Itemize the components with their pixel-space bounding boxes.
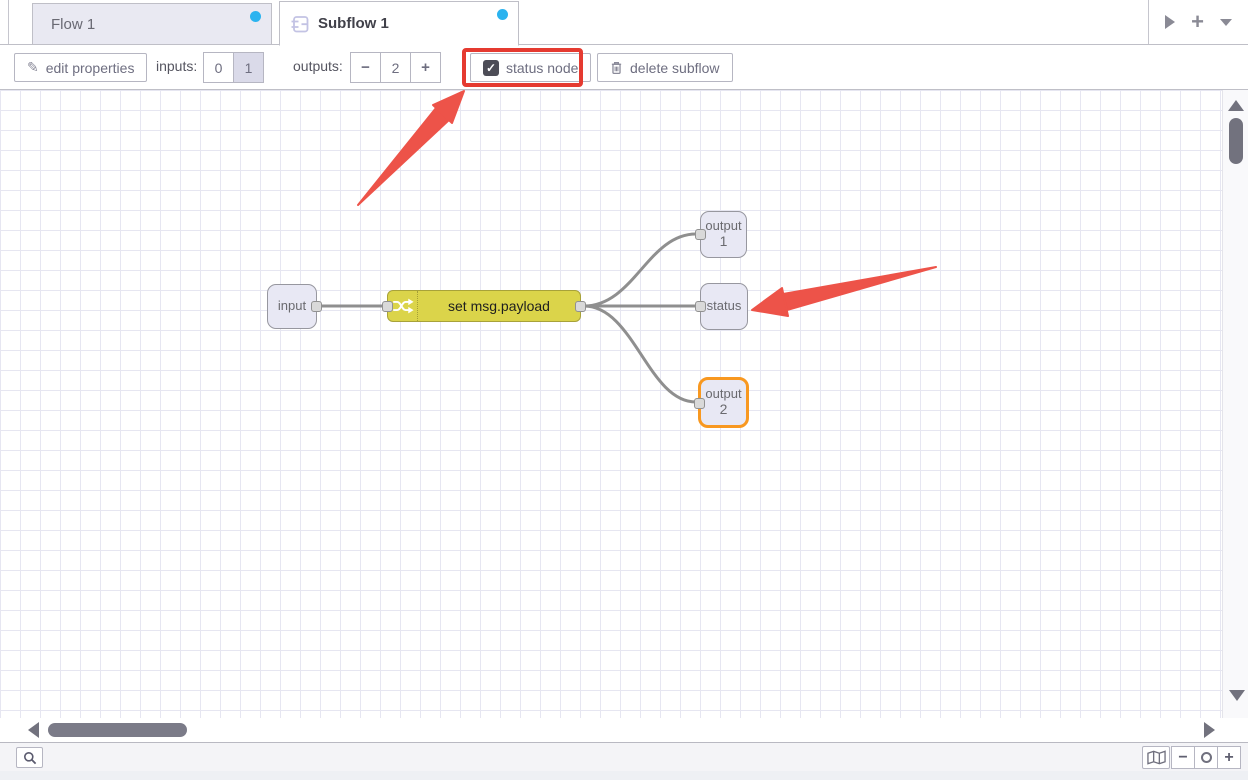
map-icon — [1147, 750, 1166, 765]
outputs-value: 2 — [380, 52, 411, 83]
inputs-label: inputs: — [156, 58, 197, 74]
zoom-in-button[interactable]: + — [1217, 746, 1241, 769]
delete-subflow-label: delete subflow — [630, 60, 720, 76]
tab-flow-1-label: Flow 1 — [51, 16, 95, 33]
node-red-editor: Flow 1 Subflow 1 + ✎ edit properties inp… — [0, 0, 1248, 780]
canvas-footer: − + — [0, 742, 1248, 771]
plus-icon: + — [1224, 749, 1233, 767]
zoom-out-button[interactable]: − — [1171, 746, 1195, 769]
subflow-icon — [290, 14, 310, 34]
change-node-label: set msg.payload — [418, 291, 580, 321]
edit-properties-label: edit properties — [46, 60, 135, 76]
node-set-msg-payload[interactable]: set msg.payload — [387, 290, 581, 322]
minus-icon: − — [361, 59, 370, 76]
node-subflow-status[interactable]: status — [700, 283, 748, 330]
flow-canvas[interactable]: input set msg.payload output 1 status — [0, 90, 1222, 718]
outputs-decrement-button[interactable]: − — [350, 52, 381, 83]
wire-change-to-output2[interactable] — [584, 306, 696, 402]
change-node-input-port[interactable] — [382, 301, 393, 312]
edit-properties-button[interactable]: ✎ edit properties — [14, 53, 147, 82]
shuffle-icon — [392, 297, 414, 315]
scroll-left-icon[interactable] — [28, 722, 39, 738]
circle-icon — [1201, 752, 1212, 763]
minus-icon: − — [1178, 749, 1187, 767]
horizontal-scrollbar — [0, 718, 1222, 742]
inputs-toggle: 0 1 — [203, 52, 264, 83]
node-input-label: input — [278, 299, 306, 314]
wires-layer — [0, 90, 1222, 718]
pencil-icon: ✎ — [27, 59, 39, 76]
status-node-label: status node — [506, 60, 578, 76]
tabbar-left-edge — [8, 0, 9, 44]
outputs-label: outputs: — [293, 58, 343, 74]
output2-input-port[interactable] — [694, 398, 705, 409]
inputs-option-1[interactable]: 1 — [233, 52, 264, 83]
input-node-output-port[interactable] — [311, 301, 322, 312]
workspace-tabbar: Flow 1 Subflow 1 + — [0, 0, 1248, 45]
scroll-up-icon[interactable] — [1228, 100, 1244, 111]
tab-controls: + — [1148, 0, 1248, 44]
node-subflow-input[interactable]: input — [267, 284, 317, 329]
search-icon — [23, 751, 37, 765]
change-node-output-port[interactable] — [575, 301, 586, 312]
plus-icon: + — [421, 59, 430, 76]
output1-label: output — [705, 219, 741, 234]
scroll-down-icon[interactable] — [1229, 690, 1245, 701]
zoom-controls: − + — [1172, 746, 1241, 769]
subflow-toolbar: ✎ edit properties inputs: 0 1 outputs: −… — [0, 45, 1248, 90]
inputs-option-0[interactable]: 0 — [203, 52, 234, 83]
plus-icon[interactable]: + — [1191, 11, 1204, 33]
play-icon[interactable] — [1165, 15, 1175, 29]
status-dot-icon — [250, 11, 261, 22]
vertical-scrollbar-thumb[interactable] — [1229, 118, 1243, 164]
status-node-input-port[interactable] — [695, 301, 706, 312]
window-bottom-strip — [0, 771, 1248, 780]
search-button[interactable] — [16, 747, 43, 768]
checkbox-checked-icon: ✓ — [483, 60, 499, 76]
output1-input-port[interactable] — [695, 229, 706, 240]
output1-number: 1 — [720, 234, 728, 250]
node-subflow-output-2[interactable]: output 2 — [698, 377, 749, 428]
wire-change-to-output1[interactable] — [584, 234, 696, 306]
scroll-right-icon[interactable] — [1204, 722, 1215, 738]
output2-label: output — [705, 387, 741, 402]
outputs-stepper: − 2 + — [350, 52, 441, 83]
trash-icon — [610, 60, 623, 75]
chevron-down-icon[interactable] — [1220, 19, 1232, 26]
node-subflow-output-1[interactable]: output 1 — [700, 211, 747, 258]
status-node-canvas-label: status — [707, 299, 742, 314]
output2-number: 2 — [720, 402, 728, 418]
tab-flow-1[interactable]: Flow 1 — [32, 3, 272, 45]
outputs-increment-button[interactable]: + — [410, 52, 441, 83]
zoom-reset-button[interactable] — [1194, 746, 1218, 769]
tab-subflow-1-label: Subflow 1 — [318, 15, 389, 32]
horizontal-scrollbar-thumb[interactable] — [48, 723, 187, 737]
navigator-button[interactable] — [1142, 746, 1170, 769]
delete-subflow-button[interactable]: delete subflow — [597, 53, 733, 82]
status-node-toggle-button[interactable]: ✓ status node — [470, 53, 591, 82]
tab-subflow-1[interactable]: Subflow 1 — [279, 1, 519, 46]
vertical-scrollbar — [1222, 90, 1248, 718]
status-dot-icon — [497, 9, 508, 20]
